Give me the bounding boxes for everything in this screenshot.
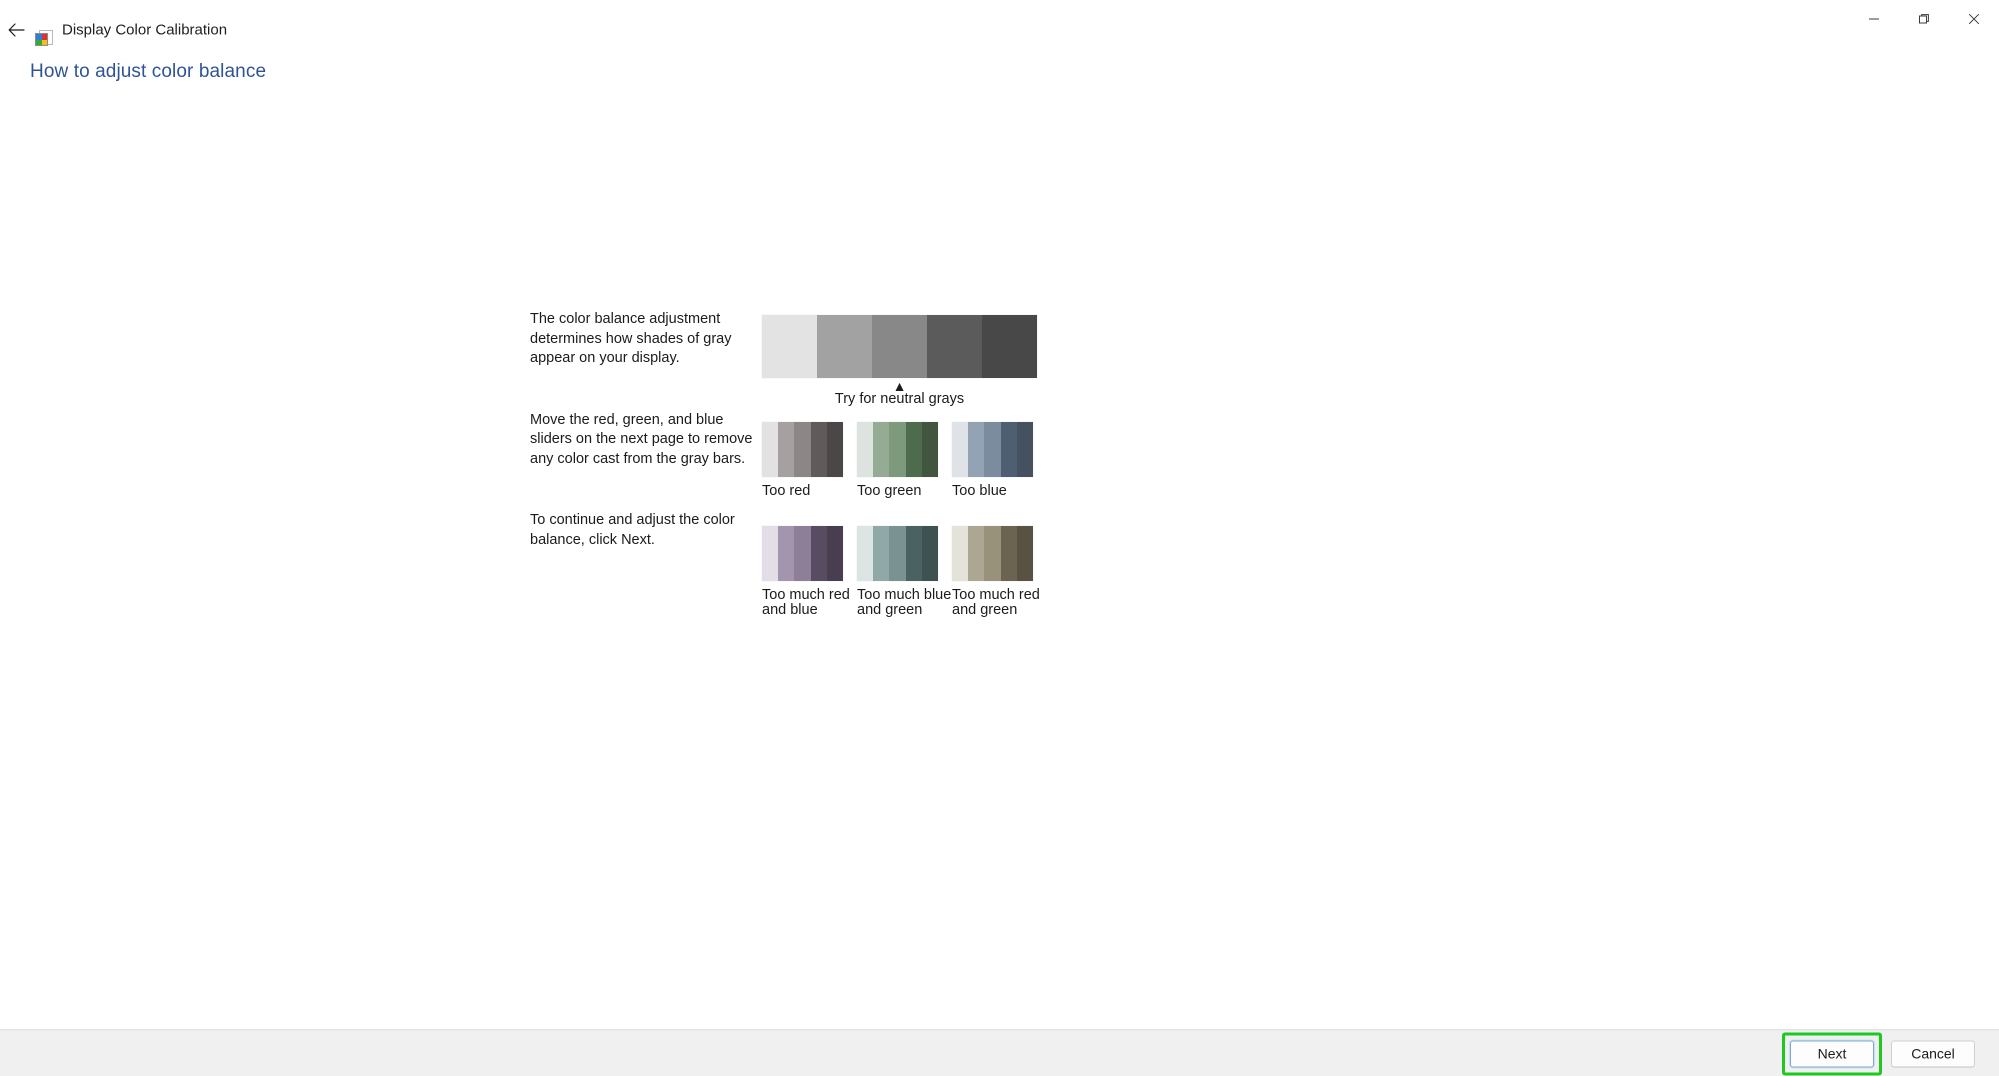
swatch-too-much-red-and-green-band-5 [1016, 525, 1034, 581]
swatch-too-green-band-1 [857, 422, 874, 477]
swatch-too-much-red-and-green-bars [952, 525, 1034, 581]
window-title: Display Color Calibration [62, 21, 228, 39]
neutral-gray-marker: ▲ [762, 378, 1037, 394]
gray-band-4 [927, 315, 982, 378]
swatch-too-green-band-2 [873, 422, 890, 477]
swatch-too-red-band-5 [826, 422, 844, 477]
swatch-too-much-blue-and-green: Too much blue and green [857, 525, 951, 619]
swatch-too-much-blue-and-green-bars [857, 525, 939, 581]
minimize-button[interactable] [1849, 0, 1899, 38]
swatch-too-blue-band-4 [1000, 422, 1017, 477]
display-color-calibration-icon [35, 29, 55, 49]
back-button[interactable] [0, 14, 32, 46]
swatch-too-much-red-and-green-band-2 [968, 525, 985, 581]
swatch-too-blue-band-1 [952, 422, 969, 477]
gray-band-2 [817, 315, 872, 378]
swatch-too-much-red-and-blue-band-4 [810, 525, 827, 581]
swatch-spacer [843, 526, 857, 619]
swatch-too-red: Too red [762, 422, 844, 500]
swatch-too-much-red-and-green-band-3 [984, 525, 1001, 581]
swatch-too-green-band-3 [889, 422, 906, 477]
title-bar: Display Color Calibration [0, 0, 1999, 60]
gray-band-5 [982, 315, 1037, 378]
back-arrow-icon [8, 23, 25, 37]
swatch-too-green-bars [857, 422, 939, 477]
window-controls [1849, 0, 1999, 38]
cancel-button[interactable]: Cancel [1891, 1040, 1975, 1067]
swatch-too-red-band-2 [778, 422, 795, 477]
display-color-calibration-window: Display Color Calibration How to adjust … [0, 0, 1999, 1076]
swatch-too-blue-label: Too blue [952, 483, 1007, 499]
swatch-spacer [938, 526, 952, 619]
swatch-too-blue-band-5 [1016, 422, 1034, 477]
swatch-too-much-red-and-green: Too much red and green [952, 525, 1040, 619]
color-sample-panel: ▲ Try for neutral grays Too red Too green… [762, 315, 1042, 619]
swatch-too-much-red-and-blue-band-5 [826, 525, 844, 581]
swatch-too-much-red-and-blue: Too much red and blue [762, 525, 850, 619]
swatch-too-blue-band-2 [968, 422, 985, 477]
swatch-too-red-band-4 [810, 422, 827, 477]
swatch-too-much-red-and-blue-band-1 [762, 525, 779, 581]
swatch-too-much-red-and-green-band-4 [1000, 525, 1017, 581]
swatch-too-blue-band-3 [984, 422, 1001, 477]
example-swatch-grid: Too red Too green Too blue Too much red and… [762, 422, 1042, 619]
swatch-too-green: Too green [857, 422, 939, 500]
instruction-paragraph-1: The color balance adjustment determines … [530, 311, 732, 366]
next-button-highlight: Next [1782, 1032, 1882, 1075]
swatch-too-much-red-and-green-label: Too much red and green [952, 586, 1040, 618]
swatch-too-green-band-5 [921, 422, 939, 477]
swatch-too-much-blue-and-green-band-5 [921, 525, 939, 581]
next-button[interactable]: Next [1790, 1040, 1874, 1067]
swatch-too-much-blue-and-green-band-1 [857, 525, 874, 581]
footer-bar: Next Cancel [0, 1030, 1999, 1076]
instruction-paragraph-3: To continue and adjust the color balance… [530, 512, 735, 548]
swatch-too-green-band-4 [905, 422, 922, 477]
close-button[interactable] [1949, 0, 1999, 38]
maximize-button[interactable] [1899, 0, 1949, 38]
gray-band-3 [872, 315, 927, 378]
swatch-too-much-red-and-blue-band-3 [794, 525, 811, 581]
swatch-too-blue: Too blue [952, 422, 1034, 500]
maximize-restore-icon [1918, 13, 1930, 25]
swatch-row-gap [762, 500, 1033, 526]
swatch-too-much-blue-and-green-band-2 [873, 525, 890, 581]
swatch-too-red-bars [762, 422, 844, 477]
up-caret-marker-icon: ▲ [892, 378, 907, 394]
swatch-too-much-blue-and-green-band-3 [889, 525, 906, 581]
swatch-too-much-red-and-green-band-1 [952, 525, 969, 581]
swatch-too-red-band-3 [794, 422, 811, 477]
instruction-paragraph-2: Move the red, green, and blue sliders on… [530, 411, 753, 467]
page-title: How to adjust color balance [30, 61, 267, 82]
gray-band-1 [762, 315, 817, 378]
swatch-too-much-red-and-blue-band-2 [778, 525, 795, 581]
swatch-too-blue-bars [952, 422, 1034, 477]
neutral-gray-reference-strip [762, 315, 1037, 378]
swatch-spacer [938, 422, 952, 500]
swatch-spacer [843, 422, 857, 500]
swatch-too-red-band-1 [762, 422, 779, 477]
swatch-too-much-red-and-blue-bars [762, 525, 844, 581]
swatch-too-much-blue-and-green-band-4 [905, 525, 922, 581]
close-icon [1968, 13, 1980, 25]
footer-actions: Next Cancel [1782, 1032, 1975, 1075]
minimize-icon [1868, 13, 1880, 25]
